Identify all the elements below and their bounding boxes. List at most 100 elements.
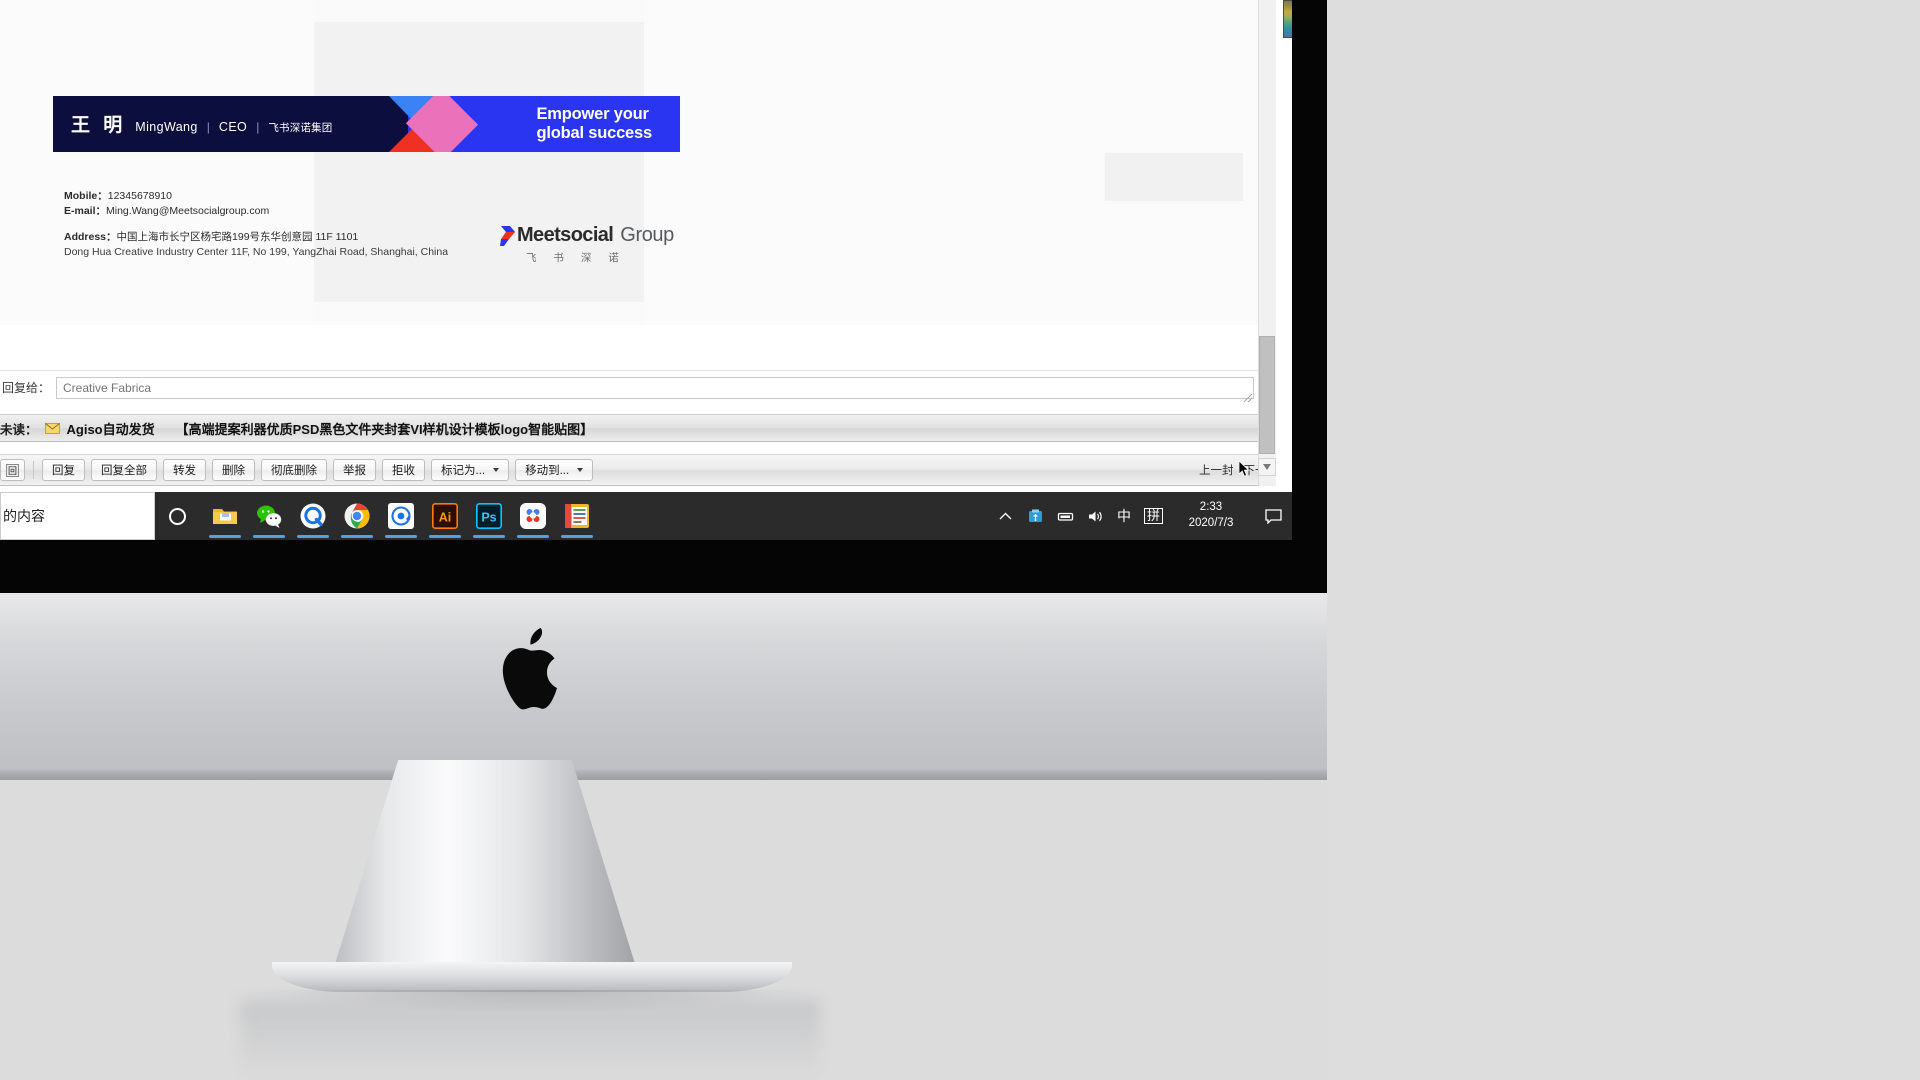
meetsocial-chevron-icon [500, 225, 515, 246]
file-explorer-icon[interactable] [209, 503, 241, 538]
mail-reading-pane: 王 明 MingWang | CEO | 飞书深诺集团 Empower your… [0, 0, 1258, 325]
mail-subject-text[interactable]: 【高端提案利器优质PSD黑色文件夹封套VI样机设计模板logo智能贴图】 [176, 419, 593, 438]
move-to-dropdown[interactable]: 移动到... [515, 459, 594, 481]
baidu-netdisk-glyph [520, 503, 546, 529]
qq-browser-glyph [300, 503, 326, 529]
illustrator-icon[interactable]: Ai [429, 503, 461, 538]
signature-contacts: Mobile：12345678910 E-mail：Ming.Wang@Meet… [64, 190, 448, 262]
contact-email: E-mail：Ming.Wang@Meetsocialgroup.com [64, 205, 448, 218]
banner-english-name: MingWang [135, 120, 198, 134]
cortana-circle-icon[interactable] [169, 507, 186, 525]
banner-company-name: 飞书深诺集团 [268, 122, 333, 134]
windows-taskbar: Ai Ps 中 拼 2:33 2020/7/3 [155, 492, 1292, 540]
taskbar-app-icons: Ai Ps [209, 503, 593, 538]
wechat-icon[interactable] [253, 503, 285, 538]
address-label: Address： [64, 230, 117, 243]
notes-app-icon[interactable] [561, 503, 593, 538]
reply-to-input[interactable] [56, 376, 1254, 399]
address-en: Dong Hua Creative Industry Center 11F, N… [64, 246, 449, 259]
mark-as-label: 标记为... [441, 465, 486, 477]
keyboard-icon[interactable] [1057, 508, 1074, 525]
permanent-delete-button[interactable]: 彻底删除 [261, 459, 327, 481]
reply-all-button[interactable]: 回复全部 [91, 459, 157, 481]
mobile-value: 12345678910 [107, 190, 172, 202]
vertical-scrollbar-thumb[interactable] [1259, 336, 1275, 454]
reject-button[interactable]: 拒收 [382, 459, 425, 481]
tagline-line-1: Empower your [536, 105, 649, 123]
illustrator-glyph: Ai [432, 503, 458, 529]
clock-time: 2:33 [1199, 501, 1223, 514]
photoshop-icon[interactable]: Ps [473, 503, 505, 538]
taskbar-start-area [155, 507, 186, 525]
resize-handle-icon[interactable] [1244, 394, 1252, 402]
back-button[interactable]: 回 [0, 459, 25, 481]
pinyin-mode-indicator[interactable]: 拼 [1143, 507, 1163, 525]
report-button[interactable]: 举报 [333, 459, 376, 481]
taskbar-active-underline [209, 535, 241, 538]
background-right-field [1327, 0, 1920, 1080]
scrollbar-down-button[interactable] [1258, 458, 1276, 476]
code-minimap-chip[interactable] [1283, 0, 1292, 38]
email-label: E-mail： [64, 205, 107, 218]
taskbar-active-underline [341, 535, 373, 538]
logo-chinese-subtitle: 飞 书 深 诺 [526, 252, 626, 264]
logo-word-primary: Meetsocial [517, 224, 614, 246]
address-cn: 中国上海市长宁区杨宅路199号东华创意园 11F 1101 [116, 230, 359, 243]
volume-icon[interactable] [1087, 508, 1104, 525]
taskbar-active-underline [517, 535, 549, 538]
usb-device-icon[interactable] [1027, 508, 1044, 525]
forward-button[interactable]: 转发 [163, 459, 206, 481]
banner-separator-2: | [256, 120, 260, 134]
apple-logo [502, 628, 557, 710]
logo-word-secondary: Group [620, 224, 674, 246]
notification-icon[interactable] [1265, 508, 1282, 524]
photoshop-glyph: Ps [476, 503, 502, 529]
mobile-label: Mobile： [64, 190, 108, 202]
scrollbar-outer-gutter [1276, 0, 1292, 486]
mail-toolbar: 回 回复 回复全部 转发 删除 彻底删除 举报 拒收 标记为... 移动到...… [0, 454, 1292, 486]
move-to-label: 移动到... [525, 465, 570, 477]
qq-browser-icon[interactable] [297, 503, 329, 538]
back-icon: 回 [6, 463, 19, 477]
toolbar-divider [33, 461, 34, 479]
notes-app-glyph [565, 504, 589, 528]
banner-role: CEO [218, 120, 248, 134]
signature-left-gutter [0, 0, 314, 325]
delete-button[interactable]: 删除 [212, 459, 255, 481]
reply-button[interactable]: 回复 [42, 459, 85, 481]
prev-mail-link[interactable]: 上一封 [1199, 462, 1234, 478]
at-app-glyph [388, 503, 414, 529]
baidu-netdisk-icon[interactable] [517, 503, 549, 538]
contact-mobile: Mobile：12345678910 [64, 190, 448, 203]
mail-subject-row[interactable]: 未读： Agiso自动发货 【高端提案利器优质PSD黑色文件夹封套VI样机设计模… [0, 414, 1292, 442]
envelope-icon [44, 422, 60, 434]
banner-identity: 王 明 MingWang | CEO | 飞书深诺集团 [71, 110, 333, 137]
at-app-icon[interactable] [385, 503, 417, 538]
banner-chinese-name: 王 明 [71, 115, 127, 136]
taskbar-clock[interactable]: 2:33 2020/7/3 [1180, 500, 1242, 531]
logo-wordmark-row: Meetsocial Group [500, 224, 685, 247]
chevron-down-icon [1263, 464, 1271, 470]
system-tray: 中 拼 2:33 2020/7/3 [997, 500, 1292, 531]
monitor-bottom-edge [0, 770, 1327, 780]
monitor-chin [0, 593, 1327, 778]
svg-text:Ai: Ai [439, 511, 452, 525]
email-value[interactable]: Ming.Wang@Meetsocialgroup.com [106, 205, 269, 217]
imac-stand-foot [272, 962, 792, 992]
reply-to-bar: 回复给： [0, 370, 1258, 404]
chevron-up-icon[interactable] [997, 508, 1014, 525]
banner-separator-1: | [206, 120, 210, 134]
signature-banner: 王 明 MingWang | CEO | 飞书深诺集团 Empower your… [53, 96, 680, 152]
ime-language-indicator[interactable]: 中 [1117, 506, 1131, 526]
taskbar-active-underline [385, 535, 417, 538]
taskbar-active-underline [429, 535, 461, 538]
chrome-icon[interactable] [341, 503, 373, 538]
taskbar-active-underline [253, 535, 285, 538]
address-cn-line: Address：中国上海市长宁区杨宅路199号东华创意园 11F 1101 [64, 231, 448, 244]
content-strip-text: 的内容 [3, 508, 45, 524]
tagline-line-2: global success [536, 124, 652, 143]
image-placeholder-box [1105, 153, 1243, 201]
chevron-down-icon [493, 468, 500, 472]
mail-sender-name[interactable]: Agiso自动发货 [67, 419, 155, 438]
mark-as-dropdown[interactable]: 标记为... [431, 459, 510, 481]
